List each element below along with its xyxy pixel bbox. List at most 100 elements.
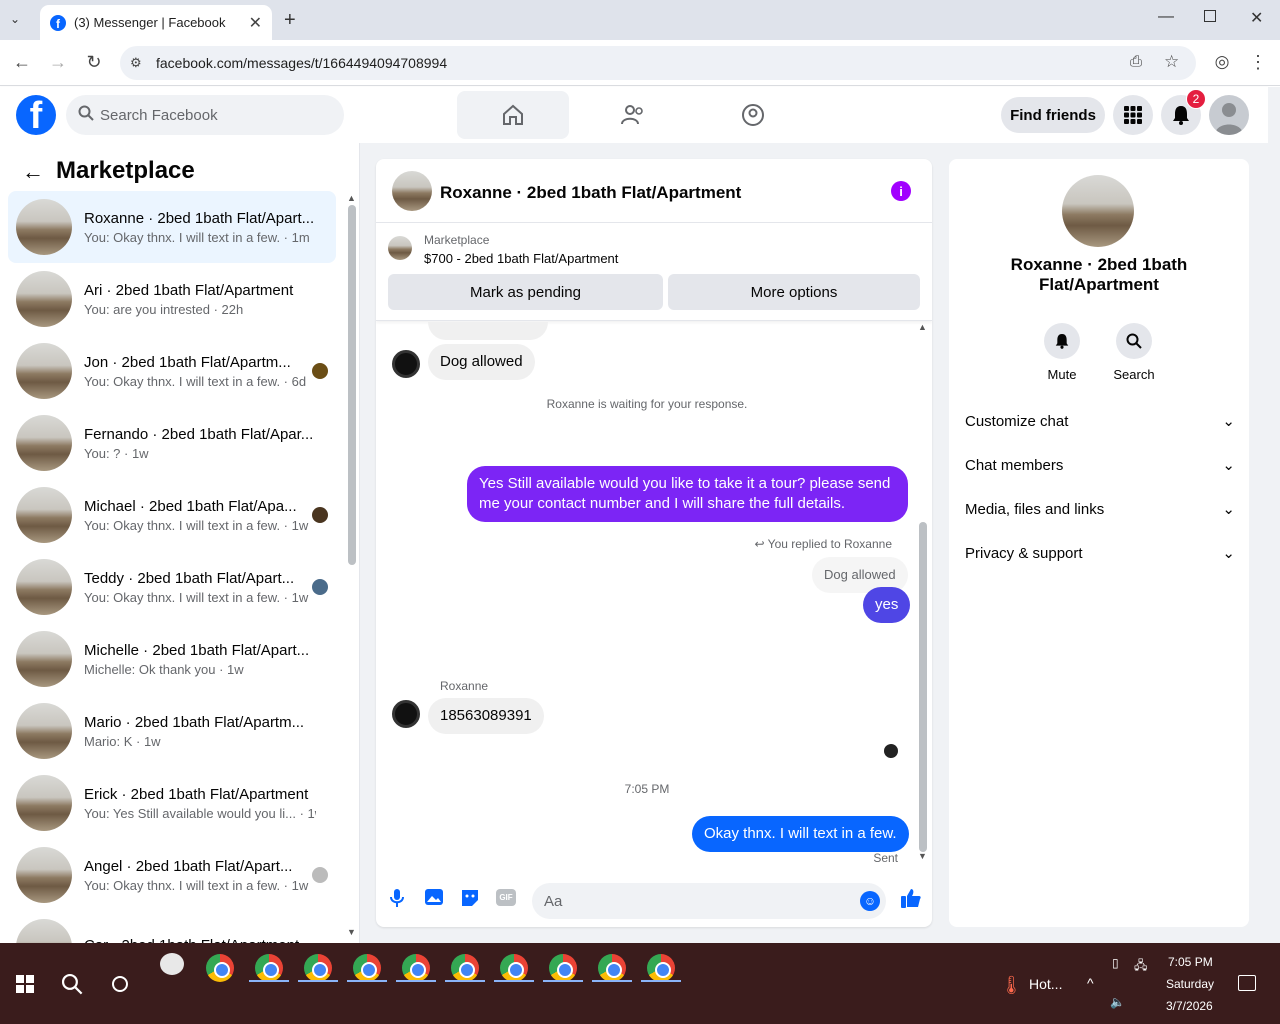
- show-hidden-icons[interactable]: ^: [1087, 975, 1094, 991]
- page-scrollbar[interactable]: [1268, 87, 1280, 943]
- conversation-name: Jon · 2bed 1bath Flat/Apartm...: [84, 353, 291, 371]
- conversation-item[interactable]: Jon · 2bed 1bath Flat/Apartm... You: Okay…: [8, 335, 336, 407]
- browser-tab[interactable]: f (3) Messenger | Facebook ✕: [40, 5, 272, 40]
- chat-title[interactable]: Roxanne · 2bed 1bath Flat/Apartment: [440, 183, 741, 203]
- facebook-search-input[interactable]: Search Facebook: [66, 95, 344, 135]
- buyer-mini-avatar: [312, 867, 328, 883]
- conversation-preview: You: Okay thnx. I will text in a few. · …: [84, 589, 309, 605]
- chrome-window-icon[interactable]: [598, 954, 626, 982]
- conversation-text: Ari · 2bed 1bath Flat/Apartment You: are …: [84, 282, 316, 317]
- chrome-window-icon[interactable]: [647, 954, 675, 982]
- close-tab-icon[interactable]: ✕: [249, 13, 262, 33]
- info-icon[interactable]: i: [891, 181, 911, 201]
- mark-as-pending-button[interactable]: Mark as pending: [388, 274, 663, 310]
- nav-friends-tab[interactable]: [577, 91, 689, 139]
- notification-center-icon[interactable]: [1238, 975, 1256, 991]
- forward-icon[interactable]: →: [46, 52, 70, 73]
- browser-menu-icon[interactable]: ⋮: [1246, 52, 1270, 73]
- search-icon[interactable]: [61, 973, 83, 1000]
- conversation-item[interactable]: Michael · 2bed 1bath Flat/Apa... You: Oka…: [8, 479, 336, 551]
- profile-icon[interactable]: ◎: [1210, 52, 1234, 72]
- conversation-item[interactable]: Roxanne · 2bed 1bath Flat/Apart... You: O…: [8, 191, 336, 263]
- menu-button[interactable]: [1113, 95, 1153, 135]
- facebook-logo[interactable]: f: [16, 95, 56, 135]
- bookmark-star-icon[interactable]: ☆: [1164, 52, 1179, 72]
- info-avatar[interactable]: [1062, 175, 1134, 247]
- tab-search-button[interactable]: ⌄: [10, 12, 20, 26]
- facebook-top-bar: f Search Facebook Find friends 2: [0, 87, 1268, 143]
- back-icon[interactable]: ←: [10, 52, 34, 73]
- chat-avatar[interactable]: [392, 171, 432, 211]
- scroll-down-icon[interactable]: ▼: [347, 927, 356, 937]
- search-conversation-button[interactable]: Search: [1104, 323, 1164, 382]
- conversation-item[interactable]: Fernando · 2bed 1bath Flat/Apar... You: ?…: [8, 407, 336, 479]
- paint-app-icon[interactable]: [160, 953, 184, 975]
- chat-members-section[interactable]: Chat members ⌄: [965, 443, 1235, 487]
- url-field[interactable]: ⚙ facebook.com/messages/t/16644940947089…: [120, 46, 1196, 80]
- new-tab-icon[interactable]: +: [284, 9, 296, 32]
- conversation-item[interactable]: Teddy · 2bed 1bath Flat/Apart... You: Oka…: [8, 551, 336, 623]
- site-settings-icon[interactable]: ⚙: [130, 55, 142, 71]
- clock-time[interactable]: 7:05 PM: [1168, 955, 1213, 969]
- section-label: Chat members: [965, 456, 1064, 474]
- photo-icon[interactable]: [424, 888, 444, 911]
- gif-icon[interactable]: GIF: [496, 889, 516, 906]
- find-friends-button[interactable]: Find friends: [1001, 97, 1105, 133]
- network-icon[interactable]: 🖧: [1134, 956, 1147, 977]
- sender-avatar[interactable]: [392, 350, 420, 378]
- weather-text[interactable]: Hot...: [1029, 976, 1062, 992]
- install-app-icon[interactable]: ⎙: [1130, 53, 1142, 70]
- chrome-window-icon[interactable]: [402, 954, 430, 982]
- clock-day[interactable]: Saturday: [1166, 977, 1214, 991]
- chrome-window-icon[interactable]: [255, 954, 283, 982]
- conversation-item[interactable]: Ari · 2bed 1bath Flat/Apartment You: are …: [8, 263, 336, 335]
- reload-icon[interactable]: ↻: [82, 52, 106, 73]
- emoji-icon[interactable]: ☺: [860, 891, 880, 911]
- chevron-down-icon: ⌄: [1222, 413, 1235, 430]
- customize-chat-section[interactable]: Customize chat ⌄: [965, 399, 1235, 443]
- chat-scroll-down-icon[interactable]: ▼: [918, 851, 927, 861]
- volume-icon[interactable]: 🔈: [1110, 995, 1125, 1009]
- close-window-icon[interactable]: ✕: [1250, 8, 1263, 28]
- sticker-icon[interactable]: [460, 888, 480, 913]
- chrome-window-icon[interactable]: [451, 954, 479, 982]
- chrome-window-icon[interactable]: [549, 954, 577, 982]
- chat-scroll-up-icon[interactable]: ▲: [918, 322, 927, 332]
- microphone-icon[interactable]: [389, 888, 405, 913]
- sender-avatar-2[interactable]: [392, 700, 420, 728]
- chrome-window-icon[interactable]: [206, 954, 234, 982]
- listing-title[interactable]: $700 - 2bed 1bath Flat/Apartment: [424, 251, 618, 266]
- minimize-icon[interactable]: —: [1158, 8, 1174, 26]
- nav-home-tab[interactable]: [457, 91, 569, 139]
- chrome-window-icon[interactable]: [500, 954, 528, 982]
- listing-thumbnail[interactable]: [388, 236, 412, 260]
- more-options-button[interactable]: More options: [668, 274, 920, 310]
- conversation-item[interactable]: Angel · 2bed 1bath Flat/Apart... You: Oka…: [8, 839, 336, 911]
- thumbs-up-icon[interactable]: [900, 887, 922, 914]
- account-avatar[interactable]: [1209, 95, 1249, 135]
- weather-icon[interactable]: 🌡: [1000, 975, 1023, 996]
- conversation-item[interactable]: Michelle · 2bed 1bath Flat/Apart... Miche…: [8, 623, 336, 695]
- replied-text: You replied to Roxanne: [767, 537, 892, 551]
- chrome-window-icon[interactable]: [353, 954, 381, 982]
- list-scrollbar[interactable]: [348, 205, 356, 565]
- clock-date[interactable]: 3/7/2026: [1166, 999, 1213, 1013]
- device-icon[interactable]: ▯: [1112, 956, 1119, 970]
- nav-groups-tab[interactable]: [697, 91, 809, 139]
- message-bubble-phone: 18563089391: [428, 698, 544, 734]
- media-files-links-section[interactable]: Media, files and links ⌄: [965, 487, 1235, 531]
- conversation-item[interactable]: Erick · 2bed 1bath Flat/Apartment You: Ye…: [8, 767, 336, 839]
- privacy-support-section[interactable]: Privacy & support ⌄: [965, 531, 1235, 575]
- buyer-mini-avatar: [312, 507, 328, 523]
- conversation-name: Michael · 2bed 1bath Flat/Apa...: [84, 497, 297, 515]
- back-arrow-icon[interactable]: ←: [22, 159, 44, 185]
- message-input[interactable]: Aa ☺: [532, 883, 886, 919]
- restore-icon[interactable]: [1204, 10, 1216, 22]
- cortana-icon[interactable]: [112, 976, 128, 992]
- scroll-up-icon[interactable]: ▲: [347, 193, 356, 203]
- chat-scrollbar[interactable]: [919, 522, 927, 852]
- windows-start-icon[interactable]: [16, 975, 34, 998]
- conversation-item[interactable]: Mario · 2bed 1bath Flat/Apartm... Mario: …: [8, 695, 336, 767]
- mute-button[interactable]: Mute: [1032, 323, 1092, 382]
- chrome-window-icon[interactable]: [304, 954, 332, 982]
